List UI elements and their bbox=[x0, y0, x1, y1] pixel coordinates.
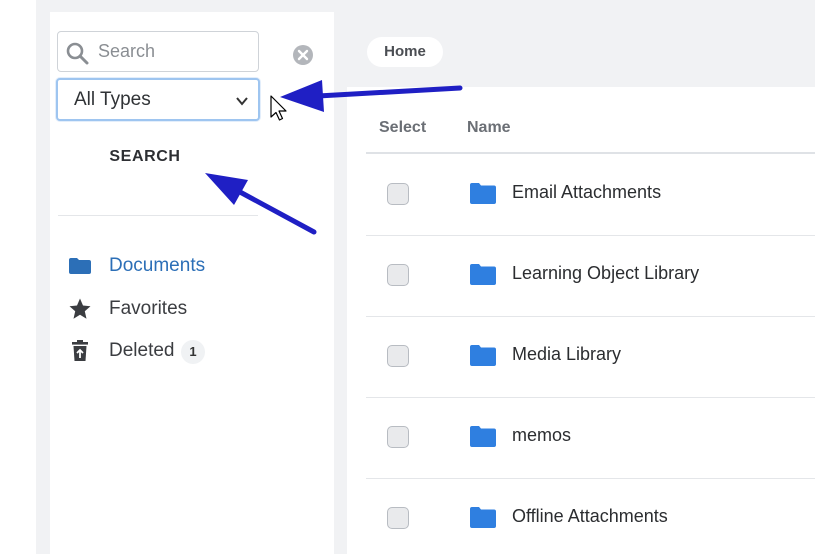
folder-icon bbox=[470, 183, 496, 204]
sidebar-item-label: Favorites bbox=[109, 298, 188, 319]
column-header-name[interactable]: Name bbox=[467, 119, 511, 137]
sidebar-item-deleted[interactable]: Deleted 1 bbox=[64, 336, 284, 366]
folder-name-link[interactable]: Media Library bbox=[512, 344, 621, 365]
sidebar-item-label: Documents bbox=[109, 255, 206, 276]
folder-icon bbox=[470, 426, 496, 447]
search-input[interactable] bbox=[98, 32, 253, 71]
table-header: Select Name bbox=[366, 106, 815, 154]
deleted-count-badge: 1 bbox=[181, 340, 205, 364]
row-checkbox[interactable] bbox=[387, 264, 409, 286]
row-checkbox[interactable] bbox=[387, 507, 409, 529]
folder-name-link[interactable]: Email Attachments bbox=[512, 182, 661, 203]
sidebar-item-favorites[interactable]: Favorites bbox=[64, 294, 284, 324]
type-filter-select[interactable]: All Types bbox=[56, 78, 260, 121]
table-row: memos bbox=[366, 398, 815, 479]
table-row: Media Library bbox=[366, 317, 815, 398]
folder-name-link[interactable]: Offline Attachments bbox=[512, 506, 668, 527]
sidebar-item-documents[interactable]: Documents bbox=[64, 251, 284, 281]
table-row: Offline Attachments bbox=[366, 479, 815, 554]
sidebar-divider bbox=[58, 215, 258, 216]
folder-icon bbox=[470, 264, 496, 285]
left-gutter bbox=[0, 0, 36, 554]
chevron-down-icon bbox=[236, 97, 248, 106]
type-filter-value: All Types bbox=[74, 89, 151, 110]
clear-search-icon[interactable] bbox=[292, 44, 314, 66]
table-row: Email Attachments bbox=[366, 155, 815, 236]
row-checkbox[interactable] bbox=[387, 426, 409, 448]
table-row: Learning Object Library bbox=[366, 236, 815, 317]
trash-icon bbox=[72, 340, 88, 361]
star-icon bbox=[69, 298, 91, 319]
search-button[interactable]: SEARCH bbox=[92, 142, 198, 172]
folder-name-link[interactable]: memos bbox=[512, 425, 571, 446]
folder-icon bbox=[69, 258, 91, 274]
column-header-select: Select bbox=[379, 119, 427, 136]
folder-name-link[interactable]: Learning Object Library bbox=[512, 263, 699, 284]
folder-icon bbox=[470, 507, 496, 528]
folder-icon bbox=[470, 345, 496, 366]
sidebar-item-label: Deleted bbox=[109, 340, 175, 361]
breadcrumb-home[interactable]: Home bbox=[367, 37, 443, 67]
search-icon bbox=[66, 42, 89, 65]
row-checkbox[interactable] bbox=[387, 345, 409, 367]
row-checkbox[interactable] bbox=[387, 183, 409, 205]
search-box[interactable] bbox=[57, 31, 259, 72]
